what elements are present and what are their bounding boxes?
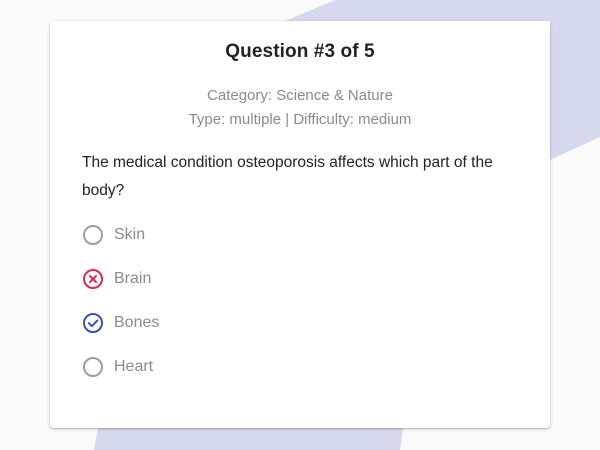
question-text: The medical condition osteoporosis affec…: [82, 154, 493, 199]
radio-cross-icon: [83, 269, 103, 289]
answer-option-heart[interactable]: Heart: [82, 353, 153, 381]
type-difficulty-text: Type: multiple | Difficulty: medium: [188, 111, 412, 128]
answer-option-brain[interactable]: Brain: [82, 265, 151, 293]
answer-label: Skin: [114, 226, 146, 243]
radio-unchecked-icon: [83, 357, 103, 377]
question-counter: Question #3 of 5: [225, 41, 375, 62]
answer-label: Brain: [114, 270, 152, 287]
radio-unchecked-icon: [83, 225, 103, 245]
answer-label: Heart: [114, 358, 154, 375]
category-text: Category: Science & Nature: [207, 87, 393, 104]
answer-option-skin[interactable]: Skin: [82, 221, 145, 249]
question-card: Question #3 of 5 Category: Science & Nat…: [50, 21, 550, 428]
radio-check-icon: [83, 313, 103, 333]
answer-label: Bones: [114, 314, 160, 331]
answer-option-bones[interactable]: Bones: [82, 309, 159, 337]
quiz-screen: Question #3 of 5 Category: Science & Nat…: [0, 0, 600, 450]
